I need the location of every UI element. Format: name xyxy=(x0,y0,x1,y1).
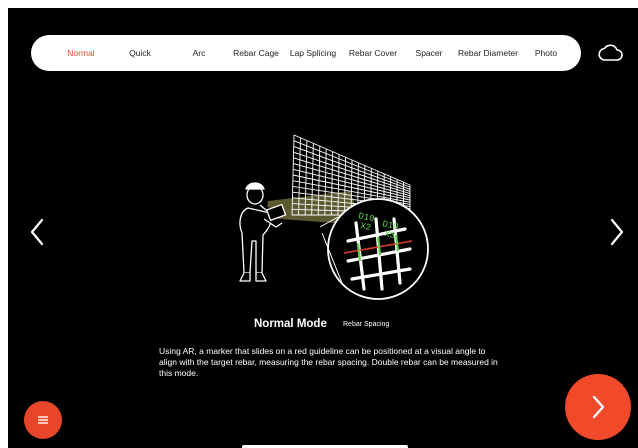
tab-rebar-cover[interactable]: Rebar Cover xyxy=(349,35,397,71)
tab-rebar-cage[interactable]: Rebar Cage xyxy=(233,35,279,71)
worker-figure xyxy=(239,182,287,282)
cloud-icon[interactable] xyxy=(597,43,623,63)
tab-normal[interactable]: Normal xyxy=(67,35,94,71)
menu-button[interactable] xyxy=(24,401,62,439)
next-button[interactable] xyxy=(565,374,631,440)
tab-rebar-diameter[interactable]: Rebar Diameter xyxy=(458,35,518,71)
rebar-scan-illustration: D10 X2 D10 X3 xyxy=(239,134,429,300)
mode-tab-bar: Normal Quick Arc Rebar Cage Lap Splicing… xyxy=(31,35,581,71)
tab-arc[interactable]: Arc xyxy=(193,35,206,71)
menu-icon xyxy=(38,416,48,424)
tab-quick[interactable]: Quick xyxy=(129,35,151,71)
mode-title: Normal Mode xyxy=(254,318,327,330)
tab-spacer[interactable]: Spacer xyxy=(416,35,443,71)
tab-lap-splicing[interactable]: Lap Splicing xyxy=(290,35,336,71)
mode-subtitle: Rebar Spacing xyxy=(343,321,390,328)
tab-photo[interactable]: Photo xyxy=(535,35,557,71)
app-screen: Normal Quick Arc Rebar Cage Lap Splicing… xyxy=(8,8,638,448)
chevron-left-icon[interactable] xyxy=(28,217,48,247)
mode-description: Using AR, a marker that slides on a red … xyxy=(159,346,498,378)
arrow-right-icon xyxy=(592,395,605,419)
chevron-right-icon[interactable] xyxy=(606,217,626,247)
